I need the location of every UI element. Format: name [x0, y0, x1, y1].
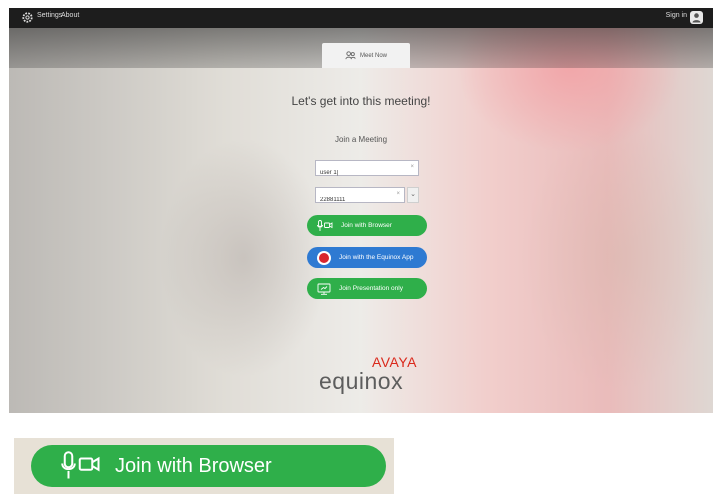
join-with-browser-button[interactable]: Join with Browser: [307, 215, 427, 236]
clear-name-icon[interactable]: ×: [410, 164, 414, 170]
equinox-wordmark: equinox: [319, 368, 404, 394]
name-field[interactable]: ×: [315, 160, 419, 180]
zoomed-button-crop: Join with Browser: [14, 438, 394, 494]
top-bar: Settings About Sign in: [9, 8, 713, 28]
join-with-app-button[interactable]: Join with the Equinox App: [307, 247, 427, 268]
tab-meet-now[interactable]: Meet Now: [322, 43, 410, 68]
gear-icon[interactable]: [21, 11, 34, 24]
join-presentation-label: Join Presentation only: [339, 285, 403, 292]
join-with-browser-button-zoomed[interactable]: Join with Browser: [31, 445, 386, 487]
meeting-id-input[interactable]: [316, 193, 391, 207]
join-presentation-button[interactable]: Join Presentation only: [307, 278, 427, 299]
join-with-browser-label-zoomed: Join with Browser: [115, 454, 272, 477]
equinox-app-icon: [317, 250, 331, 265]
page-title: Let's get into this meeting!: [291, 94, 431, 108]
settings-link[interactable]: Settings: [37, 12, 62, 19]
join-with-browser-label: Join with Browser: [341, 222, 392, 229]
presentation-screen-icon: [317, 283, 331, 295]
app-window: Settings About Sign in Meet Now Let's ge…: [9, 8, 713, 413]
mic-camera-icon: [61, 451, 100, 479]
join-with-app-label: Join with the Equinox App: [339, 254, 414, 261]
meeting-id-field[interactable]: ×: [315, 187, 405, 207]
mic-camera-icon: [317, 219, 333, 231]
about-link[interactable]: About: [61, 12, 79, 19]
user-avatar-icon[interactable]: [690, 11, 703, 24]
name-input[interactable]: [316, 166, 402, 180]
meet-now-icon: [345, 51, 356, 60]
clear-meeting-id-icon[interactable]: ×: [396, 191, 400, 197]
avaya-equinox-logo: AVAYA equinox: [319, 354, 419, 404]
section-heading: Join a Meeting: [334, 135, 388, 144]
sign-in-link[interactable]: Sign in: [666, 12, 687, 19]
tab-label: Meet Now: [359, 52, 387, 59]
chevron-down-icon[interactable]: ⌄: [407, 187, 419, 203]
